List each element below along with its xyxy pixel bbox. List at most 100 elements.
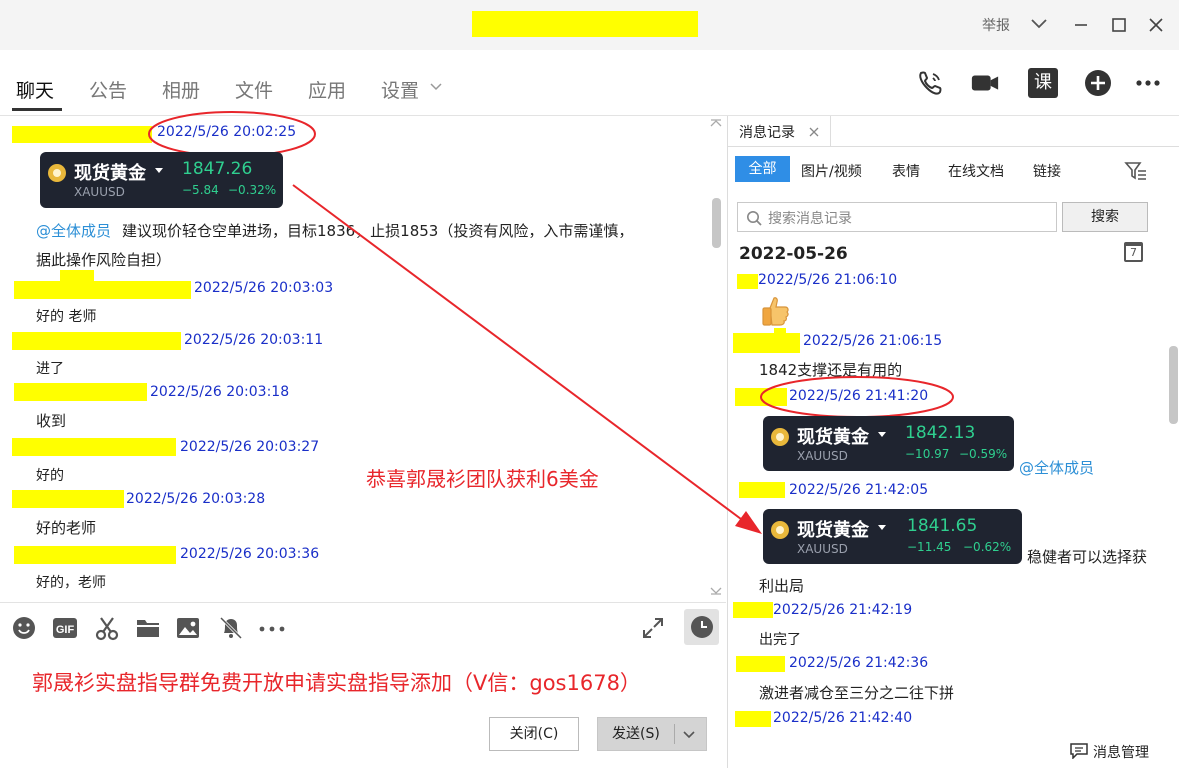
maximize-icon[interactable] — [1110, 16, 1128, 34]
filter-media[interactable]: 图片/视频 — [801, 161, 862, 181]
tab-album[interactable]: 相册 — [162, 76, 200, 103]
calendar-icon[interactable]: 7 — [1124, 242, 1143, 262]
composer: GIF 郭晟衫实盘指导群免费开放申请实盘指导添加（V信：gos1678） 关闭(… — [0, 602, 726, 768]
history-tab[interactable]: 消息记录 — [728, 116, 831, 147]
message-timestamp: 2022/5/26 20:03:36 — [180, 546, 320, 562]
annotation-circle — [760, 376, 954, 418]
message-text: 好的 老师 — [36, 309, 97, 325]
redacted-sender — [12, 332, 181, 350]
redacted-avatar — [60, 270, 94, 282]
tab-chat[interactable]: 聊天 — [16, 76, 54, 103]
clock-icon — [691, 616, 713, 638]
more-tools-icon[interactable] — [258, 625, 286, 633]
history-timestamp: 2022/5/26 21:06:10 — [758, 272, 898, 288]
redacted-sender — [12, 126, 152, 143]
caret-down-icon[interactable] — [877, 431, 887, 439]
send-options-chevron-icon[interactable] — [682, 730, 696, 740]
mention-all[interactable]: @全体成员 — [1019, 457, 1094, 478]
caret-down-icon[interactable] — [154, 167, 164, 175]
message-timestamp: 2022/5/26 20:03:11 — [184, 332, 324, 348]
filter-links[interactable]: 链接 — [1033, 161, 1061, 181]
quote-change: −11.45 — [907, 540, 952, 554]
history-message-text-continued: 利出局 — [759, 577, 805, 595]
tab-close-icon[interactable] — [809, 127, 819, 137]
gold-coin-icon — [771, 521, 789, 539]
gif-icon[interactable]: GIF — [52, 616, 78, 640]
message-manage-icon — [1070, 743, 1088, 759]
message-text: 好的老师 — [36, 519, 97, 537]
tab-files[interactable]: 文件 — [235, 76, 273, 103]
quote-symbol: XAUUSD — [797, 449, 848, 463]
quote-change-percent: −0.32% — [228, 183, 277, 197]
mute-bell-icon[interactable] — [218, 615, 244, 641]
filter-all[interactable]: 全部 — [735, 156, 790, 182]
chevron-down-icon[interactable] — [1030, 17, 1048, 31]
filter-docs[interactable]: 在线文档 — [948, 161, 1004, 181]
phone-icon[interactable] — [915, 68, 945, 98]
history-date-heading: 2022-05-26 — [739, 244, 848, 264]
course-icon-label: 课 — [1034, 72, 1052, 93]
manage-messages[interactable]: 消息管理 — [1070, 740, 1179, 762]
search-icon — [747, 211, 762, 226]
expand-icon[interactable] — [641, 616, 665, 640]
more-icon[interactable] — [1133, 68, 1163, 98]
minimize-icon[interactable] — [1072, 16, 1090, 34]
active-tab-indicator — [12, 108, 62, 111]
redacted-sender — [739, 482, 785, 498]
close-button[interactable]: 关闭(C) — [489, 717, 579, 751]
send-button[interactable]: 发送(S) — [597, 717, 707, 751]
history-toggle-button[interactable] — [684, 609, 719, 645]
video-call-icon[interactable] — [970, 68, 1000, 98]
quote-change: −5.84 — [182, 183, 219, 197]
send-button-label: 发送(S) — [612, 726, 660, 742]
history-timestamp: 2022/5/26 21:42:40 — [773, 710, 913, 726]
search-button[interactable]: 搜索 — [1062, 202, 1148, 232]
history-search-input[interactable]: 搜索消息记录 — [737, 202, 1057, 232]
gold-quote-card[interactable]: 现货黄金 XAUUSD 1847.26 −5.84 −0.32% — [40, 152, 283, 208]
redacted-sender — [733, 333, 800, 353]
scroll-up-icon[interactable] — [709, 118, 723, 128]
redacted-avatar — [774, 328, 786, 336]
tab-strip-line — [831, 146, 1179, 147]
top-nav: 聊天 公告 相册 文件 应用 设置 课 — [0, 50, 1179, 116]
mention-all[interactable]: @全体成员 — [36, 220, 111, 241]
scroll-down-icon[interactable] — [709, 586, 723, 596]
filter-stickers[interactable]: 表情 — [892, 161, 920, 181]
gold-quote-card[interactable]: 现货黄金 XAUUSD 1842.13 −10.97 −0.59% — [763, 416, 1014, 471]
search-button-label: 搜索 — [1091, 209, 1119, 225]
folder-icon[interactable] — [135, 616, 161, 640]
message-text: 进了 — [36, 361, 64, 377]
course-icon[interactable]: 课 — [1028, 68, 1058, 98]
add-icon[interactable] — [1083, 68, 1113, 98]
report-button[interactable]: 举报 — [982, 15, 1010, 35]
emoji-icon[interactable] — [12, 616, 36, 640]
history-timestamp: 2022/5/26 21:42:05 — [789, 482, 929, 498]
caret-down-icon[interactable] — [877, 524, 887, 532]
tab-apps[interactable]: 应用 — [308, 76, 346, 103]
history-scrollbar-thumb[interactable] — [1169, 346, 1178, 424]
redacted-sender — [733, 602, 773, 618]
message-text: 好的，老师 — [36, 575, 106, 591]
redacted-sender — [14, 383, 147, 401]
filter-settings-icon[interactable] — [1124, 160, 1148, 182]
quote-price: 1842.13 — [905, 423, 976, 443]
scissors-icon[interactable] — [94, 615, 120, 641]
message-text: 收到 — [36, 412, 67, 430]
quote-symbol: XAUUSD — [797, 542, 848, 556]
image-icon[interactable] — [175, 616, 201, 640]
message-text-continued: 据此操作风险自担） — [36, 251, 172, 269]
quote-price: 1841.65 — [907, 516, 978, 536]
tab-settings[interactable]: 设置 — [381, 76, 419, 103]
message-timestamp: 2022/5/26 20:03:28 — [126, 491, 266, 507]
tab-announcement[interactable]: 公告 — [89, 76, 127, 103]
manage-messages-label: 消息管理 — [1093, 745, 1149, 761]
message-text: 好的 — [36, 468, 64, 484]
redacted-sender — [14, 281, 191, 299]
gold-quote-card[interactable]: 现货黄金 XAUUSD 1841.65 −11.45 −0.62% — [763, 509, 1022, 564]
chat-scrollbar-thumb[interactable] — [712, 198, 721, 248]
settings-chevron-down-icon[interactable] — [429, 82, 443, 92]
filter-all-label: 全部 — [748, 161, 777, 177]
history-message-text: 出完了 — [759, 632, 801, 648]
redacted-sender — [737, 274, 758, 289]
close-icon[interactable] — [1147, 16, 1165, 34]
